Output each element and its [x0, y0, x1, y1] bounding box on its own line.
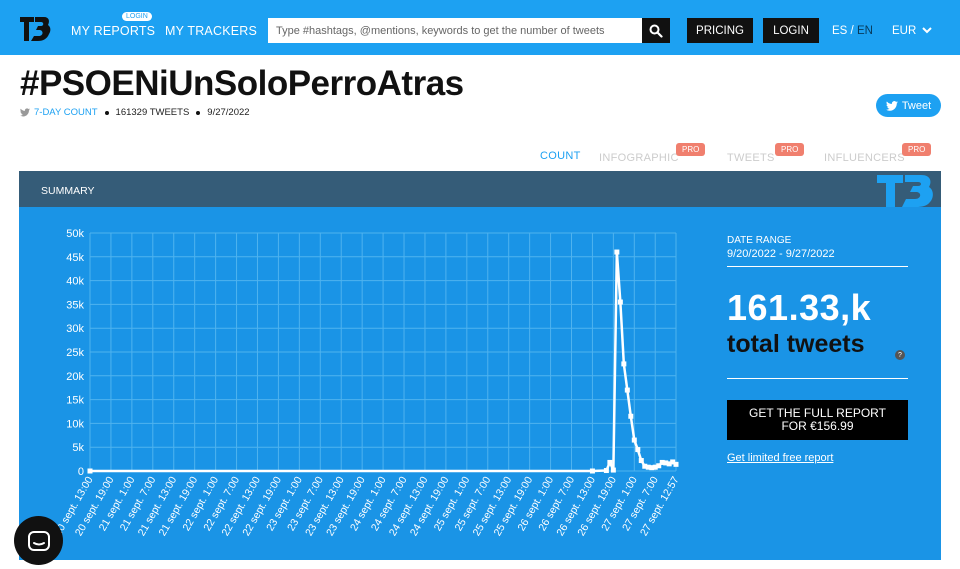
data-point	[631, 437, 637, 443]
y-tick-label: 40k	[66, 276, 84, 288]
language-switch: ES / EN	[832, 25, 873, 37]
tweetbinder-logo[interactable]	[18, 14, 52, 44]
y-tick-label: 50k	[66, 228, 84, 240]
divider	[727, 266, 908, 267]
currency-select[interactable]: EUR	[892, 25, 933, 37]
pro-badge: PRO	[676, 143, 706, 156]
full-report-button[interactable]: GET THE FULL REPORT FOR €156.99	[727, 400, 908, 440]
report-meta: 7-DAY COUNT 161329 TWEETS 9/27/2022	[20, 107, 250, 118]
data-point	[621, 361, 627, 367]
tweetbinder-watermark	[877, 175, 933, 207]
date-range-label: DATE RANGE	[727, 235, 792, 246]
pro-badge: PRO	[902, 143, 932, 156]
tab-count[interactable]: COUNT	[540, 150, 581, 162]
search-box	[268, 18, 642, 43]
nav-my-reports[interactable]: MY REPORTS	[71, 24, 155, 38]
y-tick-label: 30k	[66, 323, 84, 335]
data-point	[610, 467, 616, 473]
data-point	[617, 299, 623, 305]
data-point	[603, 468, 609, 474]
tab-tweets[interactable]: TWEETS	[727, 152, 775, 164]
y-tick-label: 35k	[66, 299, 84, 311]
data-point	[607, 459, 613, 465]
meta-separator	[104, 110, 109, 115]
free-report-link[interactable]: Get limited free report	[727, 452, 833, 464]
help-icon[interactable]: ?	[895, 350, 905, 360]
summary-label: SUMMARY	[41, 185, 95, 197]
data-point	[638, 458, 644, 464]
nav-my-trackers[interactable]: MY TRACKERS	[165, 24, 257, 38]
data-point	[624, 387, 630, 393]
login-button[interactable]: LOGIN	[763, 18, 819, 43]
chat-icon	[27, 530, 50, 551]
summary-bar: SUMMARY	[19, 171, 941, 207]
data-point	[87, 468, 93, 474]
y-tick-label: 25k	[66, 347, 84, 359]
twitter-bird-icon	[20, 108, 30, 117]
report-date: 9/27/2022	[207, 107, 250, 118]
y-tick-label: 10k	[66, 418, 84, 430]
data-point	[614, 249, 620, 255]
y-tick-label: 45k	[66, 252, 84, 264]
tab-influencers[interactable]: INFLUENCERS	[824, 152, 905, 164]
meta-separator	[196, 110, 201, 115]
pricing-button[interactable]: PRICING	[687, 18, 753, 43]
lang-en[interactable]: EN	[857, 25, 873, 37]
currency-label: EUR	[892, 25, 917, 37]
chevron-down-icon	[922, 27, 933, 34]
data-point	[635, 447, 641, 453]
search-button[interactable]	[642, 18, 670, 43]
y-tick-label: 5k	[72, 442, 84, 454]
data-point	[628, 413, 634, 419]
tweet-button-label: Tweet	[901, 99, 932, 112]
chat-widget-button[interactable]	[14, 516, 63, 565]
page-title: #PSOENiUnSoloPerroAtras	[20, 64, 464, 103]
tweet-volume-chart: 50k45k40k35k30k25k20k15k10k5k020 sept. 1…	[52, 228, 682, 538]
twitter-bird-icon	[885, 100, 898, 111]
top-nav-bar: LOGIN MY REPORTS MY TRACKERS PRICING LOG…	[0, 0, 960, 55]
lang-separator: /	[847, 25, 857, 37]
data-point	[589, 468, 595, 474]
search-icon	[649, 24, 663, 38]
tab-infographic[interactable]: INFOGRAPHIC	[599, 152, 679, 164]
data-point	[673, 461, 679, 467]
login-tag: LOGIN	[122, 12, 152, 21]
search-input[interactable]	[268, 18, 642, 43]
pro-badge: PRO	[775, 143, 805, 156]
y-tick-label: 0	[78, 466, 84, 478]
date-range-value: 9/20/2022 - 9/27/2022	[727, 248, 835, 260]
lang-es[interactable]: ES	[832, 25, 847, 37]
y-tick-label: 20k	[66, 371, 84, 383]
tweet-count: 161329 TWEETS	[115, 107, 190, 118]
total-tweets-number: 161.33,k	[727, 287, 872, 328]
tweet-share-button[interactable]: Tweet	[876, 94, 941, 117]
total-tweets-label: total tweets	[727, 330, 865, 358]
count-label: 7-DAY COUNT	[34, 107, 98, 118]
y-tick-label: 15k	[66, 395, 84, 407]
divider	[727, 378, 908, 379]
